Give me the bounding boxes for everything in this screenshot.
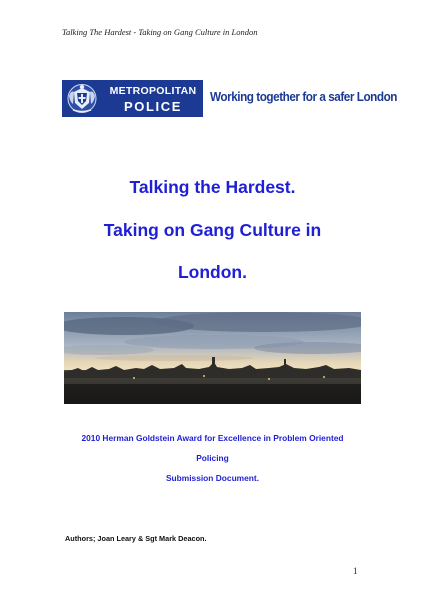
met-police-logo: METROPOLITAN POLICE xyxy=(62,80,203,117)
title-line-2: Taking on Gang Culture in xyxy=(103,220,322,240)
london-skyline-photo xyxy=(64,312,361,404)
tagline: Working together for a safer London xyxy=(210,90,398,104)
award-line-continued: Policing xyxy=(196,453,229,463)
logo-text-police: POLICE xyxy=(124,99,182,114)
running-header: Talking The Hardest - Taking on Gang Cul… xyxy=(62,27,258,37)
title-line-3: London. xyxy=(177,262,247,282)
award-line: 2010 Herman Goldstein Award for Excellen… xyxy=(81,433,344,443)
crest-icon xyxy=(67,84,97,113)
logo-text-metropolitan: METROPOLITAN xyxy=(109,85,197,97)
met-police-banner: METROPOLITAN POLICE Working together for… xyxy=(62,80,397,117)
authors: Authors; Joan Leary & Sgt Mark Deacon. xyxy=(65,534,207,543)
title-line-1: Talking the Hardest. xyxy=(129,177,296,197)
submission-document-label: Submission Document. xyxy=(165,473,260,483)
page-number: 1 xyxy=(353,566,358,576)
